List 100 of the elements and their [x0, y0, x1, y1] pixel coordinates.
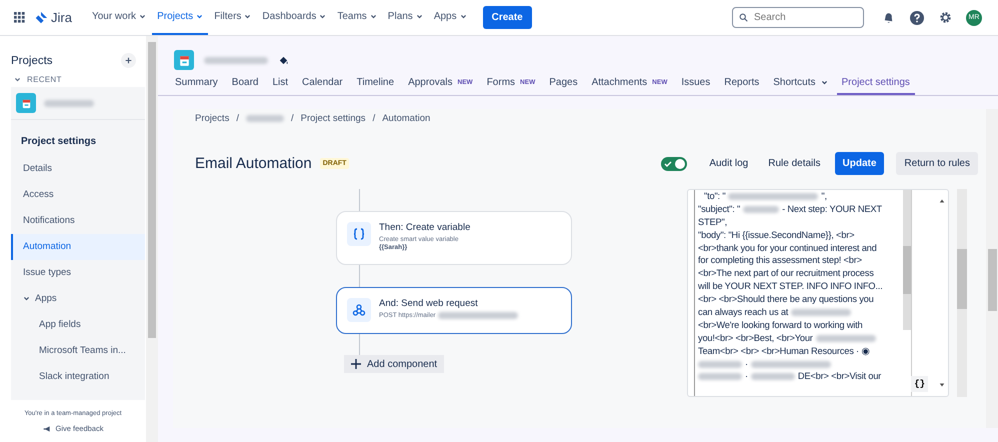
jira-logo-icon [34, 10, 48, 24]
scrollbar-thumb[interactable] [957, 249, 967, 309]
sidebar-item[interactable]: Slack integration [11, 364, 145, 390]
chevron-down-icon [244, 13, 252, 20]
code-text: DE<br> <br>Visit our [798, 370, 882, 384]
step-title: Then: Create variable [379, 222, 470, 233]
redaction-blur [791, 308, 852, 316]
code-text: for completing this assessment step! <br> [698, 254, 862, 268]
project-tab[interactable]: Pages [544, 72, 583, 95]
sidebar-item[interactable]: App fields [11, 312, 145, 338]
code-editor[interactable] [687, 189, 949, 397]
check-icon [664, 160, 672, 168]
code-text: Team<br> <br> <br>Human Resources · ◉ [698, 344, 870, 358]
product-name: Jira [51, 10, 72, 25]
chevron-down-icon [23, 295, 30, 302]
bell-icon[interactable] [882, 11, 895, 24]
nav-menu[interactable]: Dashboards [257, 0, 332, 35]
redaction-blur [816, 334, 876, 342]
project-tab[interactable]: List [267, 72, 294, 95]
project-tab[interactable]: Summary [170, 72, 223, 95]
code-text: <br>We're looking forward to working with [698, 318, 862, 332]
sidebar-title: Projects [11, 54, 53, 66]
code-text: - Next step: YOUR NEXT [782, 202, 882, 216]
code-text: "to": " [704, 190, 726, 203]
breadcrumb-link[interactable]: Projects [195, 113, 230, 124]
add-project-button[interactable] [121, 53, 136, 68]
project-tab[interactable]: Issues [676, 72, 716, 95]
rule-details-button[interactable]: Rule details [762, 152, 826, 175]
code-text: can always reach us at [698, 306, 788, 319]
redaction-blur [698, 360, 742, 368]
redaction-blur [750, 373, 795, 380]
scrollbar-thumb[interactable] [988, 249, 996, 311]
chevron-down-icon [460, 13, 467, 20]
redaction-blur [204, 56, 268, 64]
sidebar-item[interactable]: Notifications [11, 208, 145, 234]
create-button[interactable]: Create [482, 6, 532, 29]
rule-toggle[interactable] [661, 156, 688, 170]
chevron-down-icon [14, 76, 21, 83]
code-text: ", [821, 190, 827, 203]
plus-icon [125, 57, 132, 64]
project-tab[interactable]: Project settings [836, 72, 915, 95]
project-tab[interactable]: Timeline [352, 72, 400, 95]
chevron-down-icon [196, 13, 204, 20]
step-title: And: Send web request [379, 298, 479, 309]
redaction-blur [743, 206, 780, 213]
code-text: "body": "Hi {{issue.SecondName}}, <br> [698, 228, 854, 242]
chevron-down-icon [416, 13, 423, 20]
nav-menu[interactable]: Apps [428, 0, 472, 35]
sidebar-item[interactable]: Microsoft Teams in... [11, 338, 145, 364]
project-tab[interactable]: Shortcuts [768, 72, 833, 95]
search-field[interactable]: Search [732, 7, 864, 28]
code-text: STEP", [698, 216, 727, 229]
code-text: will be YOUR NEXT STEP. INFO INFO INFO... [698, 280, 882, 294]
breadcrumb-separator: / [372, 113, 376, 124]
settings-icon[interactable] [939, 11, 952, 24]
breadcrumb-link[interactable]: Automation [382, 113, 430, 124]
braces-icon [347, 222, 371, 246]
nav-menu[interactable]: Your work [86, 0, 152, 35]
code-text: <br> <br>Should there be any questions you [698, 293, 874, 306]
project-tab[interactable]: Calendar [297, 72, 348, 95]
redaction-blur [44, 100, 94, 106]
insert-smart-value-button[interactable]: {} [911, 376, 928, 392]
add-component-button[interactable]: Add component [344, 355, 444, 373]
code-text: <br>thank you for your continued interest and [698, 242, 877, 254]
sidebar-item[interactable]: Issue types [11, 260, 145, 286]
project-tab[interactable]: Board [226, 72, 264, 95]
nav-menu[interactable]: Filters [209, 0, 256, 35]
webhook-icon [347, 298, 371, 322]
chevron-down-icon [820, 79, 828, 86]
scroll-down-icon[interactable] [939, 382, 945, 388]
nav-menu[interactable]: Plans [382, 0, 428, 35]
help-icon[interactable] [910, 10, 924, 24]
project-avatar-icon [16, 93, 36, 113]
code-text: "subject": " [698, 202, 740, 216]
sidebar-item[interactable]: Details [11, 156, 145, 182]
scrollbar-thumb[interactable] [903, 246, 911, 294]
chevron-down-icon [319, 13, 326, 20]
return-button[interactable]: Return to rules [896, 152, 978, 175]
project-tab[interactable]: Reports [719, 72, 764, 95]
sidebar-item[interactable]: Automation [11, 234, 145, 260]
app-grid-icon[interactable] [14, 12, 25, 23]
code-text: · [745, 370, 748, 384]
update-button[interactable]: Update [834, 152, 884, 175]
code-text: you!<br> <br>Best, <br>Your [698, 332, 813, 345]
scroll-up-icon[interactable] [939, 198, 945, 204]
nav-menu[interactable]: Teams [332, 0, 382, 35]
breadcrumb-link[interactable]: Project settings [300, 113, 366, 124]
chevron-down-icon [139, 13, 146, 20]
rule-title: Email Automation [195, 155, 312, 172]
scrollbar-thumb[interactable] [148, 42, 156, 338]
code-text: <br>The next part of our recruitment process [698, 267, 874, 280]
plus-icon [350, 358, 362, 370]
breadcrumb-separator: / [290, 113, 294, 124]
sidebar-item[interactable]: Access [11, 182, 145, 208]
project-avatar-icon [174, 50, 194, 70]
chevron-down-icon [370, 13, 377, 20]
recent-heading: RECENT [27, 75, 62, 84]
sidebar-item[interactable]: Apps [11, 286, 145, 312]
audit-log-button[interactable]: Audit log [703, 152, 754, 175]
section-heading: Project settings [20, 135, 98, 149]
